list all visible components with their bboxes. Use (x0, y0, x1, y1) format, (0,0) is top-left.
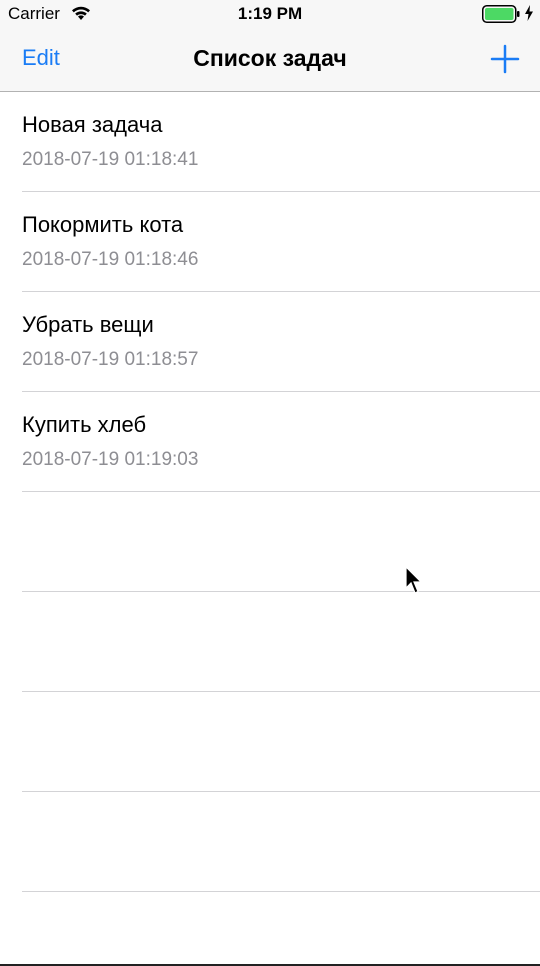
battery-icon (482, 5, 520, 23)
status-bar: Carrier 1:19 PM (0, 0, 540, 28)
task-date: 2018-07-19 01:18:57 (22, 349, 199, 370)
plus-icon[interactable] (490, 44, 520, 74)
status-time: 1:19 PM (237, 4, 303, 23)
empty-table-row (22, 692, 540, 792)
table-row[interactable]: Покормить кота 2018-07-19 01:18:46 (22, 192, 540, 292)
task-title: Убрать вещи (22, 312, 154, 337)
task-date: 2018-07-19 01:18:46 (22, 249, 199, 270)
task-title: Купить хлеб (22, 412, 147, 437)
mouse-cursor-icon (405, 566, 423, 594)
task-list-screen: Carrier 1:19 PM Edit Список задач Новая … (0, 0, 540, 966)
task-title: Покормить кота (22, 212, 184, 237)
task-title: Новая задача (22, 112, 163, 137)
page-title: Список задач (193, 45, 347, 71)
charging-icon (525, 5, 533, 21)
empty-table-row (22, 492, 540, 592)
task-table: Новая задача 2018-07-19 01:18:41 Покорми… (0, 92, 540, 892)
table-row[interactable]: Купить хлеб 2018-07-19 01:19:03 (22, 392, 540, 492)
task-date: 2018-07-19 01:19:03 (22, 449, 199, 470)
navigation-bar: Edit Список задач (0, 28, 540, 92)
table-row[interactable]: Убрать вещи 2018-07-19 01:18:57 (22, 292, 540, 392)
empty-table-row (22, 792, 540, 892)
task-date: 2018-07-19 01:18:41 (22, 149, 199, 170)
empty-table-row (22, 592, 540, 692)
table-row[interactable]: Новая задача 2018-07-19 01:18:41 (22, 92, 540, 192)
